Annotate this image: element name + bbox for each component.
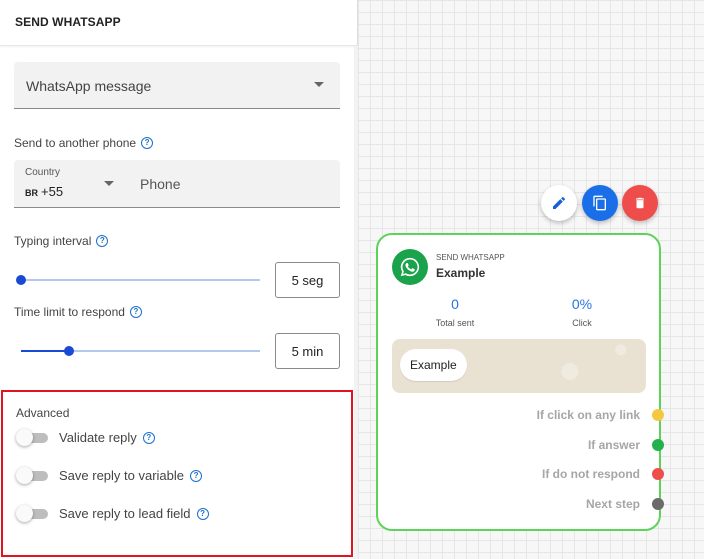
message-select[interactable]: WhatsApp message <box>14 62 340 109</box>
send-whatsapp-node[interactable]: SEND WHATSAPP Example 0 Total sent 0% Cl… <box>376 233 664 531</box>
help-icon[interactable]: ? <box>190 469 203 482</box>
help-icon[interactable]: ? <box>142 431 155 444</box>
advanced-section: Advanced Validate reply ? Save reply to … <box>1 390 353 557</box>
typing-interval-label-text: Typing interval <box>14 234 92 248</box>
output-label: Next step <box>585 497 640 511</box>
help-icon[interactable]: ? <box>129 306 142 318</box>
stat-click-value: 0% <box>571 296 593 312</box>
help-icon[interactable]: ? <box>96 235 109 247</box>
duplicate-button[interactable] <box>582 185 618 221</box>
country-label: Country <box>25 167 61 178</box>
typing-interval-input[interactable]: 5 seg <box>275 262 340 298</box>
time-limit-label-text: Time limit to respond <box>14 305 125 319</box>
chevron-down-icon <box>104 181 114 186</box>
save-variable-row: Save reply to variable ? <box>16 466 203 484</box>
stat-total-sent-label: Total sent <box>435 318 475 328</box>
typing-interval-label: Typing interval ? <box>14 234 109 248</box>
panel-title: SEND WHATSAPP <box>15 15 121 29</box>
country-dial: +55 <box>41 184 64 199</box>
stat-total-sent-value: 0 <box>451 296 459 312</box>
save-lead-field-row: Save reply to lead field ? <box>16 504 209 522</box>
another-phone-label-text: Send to another phone <box>14 136 137 150</box>
slider-fill <box>21 350 69 352</box>
config-panel: SEND WHATSAPP WhatsApp message Send to a… <box>0 0 358 559</box>
save-reply-lead-field-toggle[interactable] <box>16 504 48 522</box>
message-select-value: WhatsApp message <box>26 78 152 94</box>
phone-field: Country BR +55 Phone <box>14 160 340 208</box>
output-connector[interactable] <box>652 498 664 510</box>
toggle-label: Save reply to variable <box>59 468 185 483</box>
delete-button[interactable] <box>622 185 658 221</box>
output-label: If click on any link <box>536 408 640 422</box>
edit-icon <box>553 196 566 209</box>
save-reply-variable-toggle[interactable] <box>16 466 48 484</box>
stat-click-label: Click <box>572 318 592 328</box>
slider-thumb[interactable] <box>16 275 26 285</box>
chevron-down-icon <box>314 82 324 87</box>
whatsapp-icon <box>392 249 428 285</box>
trash-icon <box>635 197 645 209</box>
help-icon[interactable]: ? <box>141 137 154 149</box>
node-name: Example <box>436 266 486 280</box>
another-phone-label: Send to another phone ? <box>14 136 154 150</box>
output-label: If answer <box>587 438 640 452</box>
output-connector[interactable] <box>652 468 664 480</box>
node-type-label: SEND WHATSAPP <box>436 253 505 262</box>
country-value: BR +55 <box>25 184 63 199</box>
advanced-title: Advanced <box>16 406 70 420</box>
output-connector[interactable] <box>652 409 664 421</box>
validate-reply-toggle[interactable] <box>16 428 48 446</box>
toggle-label: Save reply to lead field <box>59 506 191 521</box>
message-bubble: Example <box>400 349 467 381</box>
toggle-label: Validate reply <box>59 430 137 445</box>
copy-icon <box>593 195 606 211</box>
message-preview: Example <box>392 339 646 393</box>
slider-thumb[interactable] <box>64 346 74 356</box>
slider-track <box>21 279 260 281</box>
output-label: If do not respond <box>542 467 640 481</box>
country-code: BR <box>25 188 38 198</box>
phone-input[interactable]: Phone <box>140 176 180 192</box>
edit-button[interactable] <box>541 185 577 221</box>
output-connector[interactable] <box>652 439 664 451</box>
time-limit-input[interactable]: 5 min <box>275 333 340 369</box>
help-icon[interactable]: ? <box>196 507 209 520</box>
validate-reply-row: Validate reply ? <box>16 428 155 446</box>
time-limit-label: Time limit to respond ? <box>14 305 142 319</box>
panel-header: SEND WHATSAPP <box>0 0 358 46</box>
